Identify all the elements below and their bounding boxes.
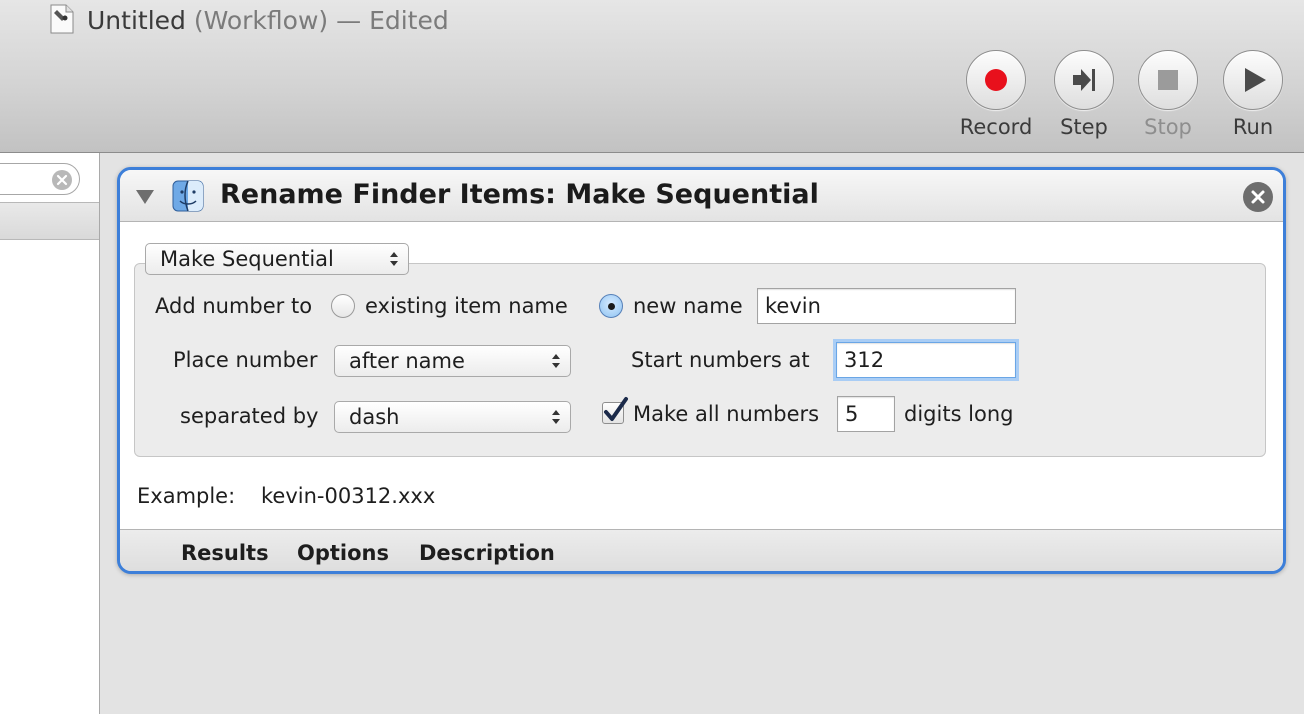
- new-name-radio[interactable]: [599, 294, 623, 318]
- add-number-to-label: Add number to: [155, 294, 313, 318]
- tab-results[interactable]: Results: [181, 538, 269, 568]
- record-button[interactable]: Record: [951, 50, 1041, 146]
- example-value: kevin-00312.xxx: [261, 484, 436, 508]
- document-kind: (Workflow): [193, 6, 329, 35]
- run-icon: [1223, 50, 1283, 110]
- popup-arrows-icon: [552, 410, 560, 424]
- workflow-area: Rename Finder Items: Make Sequential Mak…: [100, 153, 1304, 714]
- document-name: Untitled: [87, 6, 186, 35]
- popup-arrows-icon: [390, 252, 398, 266]
- library-pane: [0, 153, 100, 714]
- mode-popup-value: Make Sequential: [160, 247, 334, 271]
- window-title: Untitled (Workflow) — Edited: [87, 4, 449, 38]
- example-label: Example:: [137, 484, 236, 508]
- popup-arrows-icon: [552, 354, 560, 368]
- run-button[interactable]: Run: [1208, 50, 1298, 146]
- title-separator: —: [336, 6, 362, 35]
- document-state: Edited: [369, 6, 449, 35]
- new-name-field[interactable]: kevin: [757, 288, 1016, 324]
- action-header[interactable]: Rename Finder Items: Make Sequential: [120, 170, 1283, 222]
- window-toolbar: Untitled (Workflow) — Edited Record Step…: [0, 0, 1304, 153]
- workflow-document-icon[interactable]: [50, 4, 74, 34]
- existing-item-name-label[interactable]: existing item name: [365, 291, 568, 321]
- new-name-label[interactable]: new name: [633, 291, 743, 321]
- action-rename-finder-items[interactable]: Rename Finder Items: Make Sequential Mak…: [117, 167, 1286, 574]
- stop-button[interactable]: Stop: [1123, 50, 1213, 146]
- start-numbers-field[interactable]: 312: [836, 342, 1016, 378]
- step-icon: [1054, 50, 1114, 110]
- record-icon: [966, 50, 1026, 110]
- finder-icon: [172, 180, 204, 216]
- record-label: Record: [959, 115, 1033, 139]
- separated-by-popup[interactable]: dash: [334, 401, 571, 433]
- step-label: Step: [1060, 115, 1108, 139]
- checkmark-icon: [604, 397, 628, 421]
- step-button[interactable]: Step: [1039, 50, 1129, 146]
- make-all-numbers-label[interactable]: Make all numbers: [633, 399, 819, 429]
- run-label: Run: [1232, 115, 1274, 139]
- tab-description[interactable]: Description: [419, 538, 555, 568]
- place-number-value: after name: [349, 349, 465, 373]
- library-column-header: [0, 202, 99, 240]
- action-tab-bar: Results Options Description: [120, 529, 1283, 571]
- digits-long-label: digits long: [904, 402, 1014, 426]
- place-number-label: Place number: [173, 348, 318, 372]
- place-number-popup[interactable]: after name: [334, 345, 571, 377]
- separated-by-value: dash: [349, 405, 400, 429]
- existing-item-name-radio[interactable]: [331, 294, 355, 318]
- stop-icon: [1138, 50, 1198, 110]
- tab-options[interactable]: Options: [297, 538, 389, 568]
- action-title: Rename Finder Items: Make Sequential: [220, 179, 819, 210]
- digits-field[interactable]: 5: [837, 396, 895, 432]
- disclosure-triangle-icon[interactable]: [136, 190, 154, 204]
- start-numbers-label: Start numbers at: [631, 348, 810, 372]
- separated-by-label: separated by: [180, 404, 319, 428]
- make-all-numbers-checkbox[interactable]: [602, 397, 628, 424]
- stop-label: Stop: [1144, 115, 1192, 139]
- mode-popup[interactable]: Make Sequential: [145, 243, 409, 275]
- search-clear-icon[interactable]: [52, 170, 72, 190]
- close-action-icon[interactable]: [1243, 182, 1273, 212]
